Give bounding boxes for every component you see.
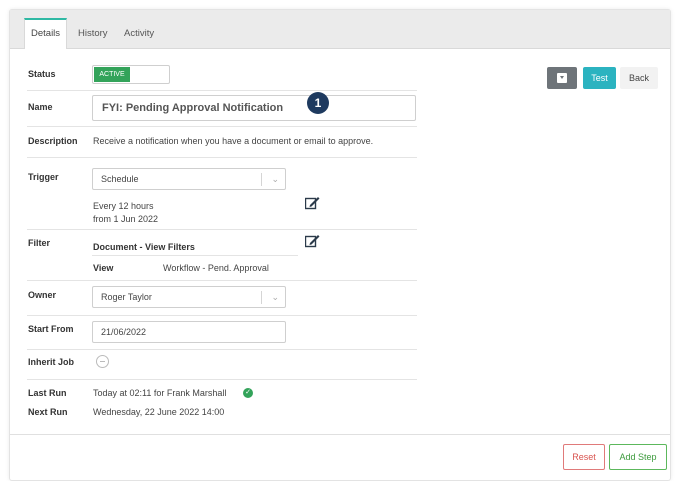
chevron-down-icon: ⌄ [271, 292, 279, 302]
next-run-label: Next Run [28, 407, 68, 417]
divider [27, 157, 417, 158]
edit-trigger-icon[interactable] [305, 196, 320, 210]
divider [27, 90, 417, 91]
reset-button[interactable]: Reset [563, 444, 605, 470]
owner-select[interactable]: Roger Taylor ⌄ [92, 286, 286, 308]
footer-divider [10, 434, 670, 435]
trigger-schedule-line2: from 1 Jun 2022 [93, 214, 159, 224]
inherit-job-toggle[interactable] [96, 355, 109, 368]
download-button[interactable] [547, 67, 577, 89]
step-badge: 1 [307, 92, 329, 114]
tab-bar: Details History Activity [10, 10, 670, 49]
edit-filter-icon[interactable] [305, 234, 320, 248]
name-label: Name [28, 102, 53, 112]
add-step-button[interactable]: Add Step [609, 444, 667, 470]
trigger-select-value: Schedule [101, 174, 139, 184]
workflow-panel: Details History Activity Status ACTIVE N… [9, 9, 671, 481]
divider [27, 315, 417, 316]
divider [27, 126, 417, 127]
owner-select-value: Roger Taylor [101, 292, 152, 302]
last-run-value: Today at 02:11 for Frank Marshall [93, 388, 227, 398]
select-separator [261, 291, 262, 304]
divider [27, 280, 417, 281]
tab-details[interactable]: Details [24, 18, 68, 49]
filter-view-value: Workflow - Pend. Approval [163, 263, 269, 273]
select-separator [261, 173, 262, 186]
status-toggle[interactable]: ACTIVE [92, 65, 170, 84]
divider [27, 349, 417, 350]
last-run-label: Last Run [28, 388, 67, 398]
test-button[interactable]: Test [583, 67, 616, 89]
next-run-value: Wednesday, 22 June 2022 14:00 [93, 407, 225, 417]
chevron-down-icon: ⌄ [271, 174, 279, 184]
description-label: Description [28, 136, 78, 146]
download-icon [557, 73, 567, 83]
start-from-label: Start From [28, 324, 74, 334]
filter-view-label: View [93, 263, 114, 273]
back-button[interactable]: Back [620, 67, 658, 89]
trigger-select[interactable]: Schedule ⌄ [92, 168, 286, 190]
trigger-schedule-line1: Every 12 hours [93, 201, 154, 211]
tab-history[interactable]: History [72, 20, 114, 48]
filter-value[interactable]: Document - View Filters [93, 242, 195, 252]
inherit-job-label: Inherit Job [28, 357, 75, 367]
status-toggle-active: ACTIVE [94, 67, 130, 82]
filter-label: Filter [28, 238, 51, 248]
divider [27, 229, 417, 230]
check-circle-icon: ✓ [243, 388, 253, 398]
tab-activity[interactable]: Activity [118, 20, 160, 48]
owner-label: Owner [28, 290, 57, 300]
divider [27, 379, 417, 380]
divider [92, 255, 298, 256]
trigger-label: Trigger [28, 172, 59, 182]
start-from-input[interactable]: 21/06/2022 [92, 321, 286, 343]
description-text: Receive a notification when you have a d… [93, 136, 374, 146]
name-input[interactable]: FYI: Pending Approval Notification [92, 95, 416, 121]
start-from-value: 21/06/2022 [101, 327, 147, 337]
status-label: Status [28, 69, 56, 79]
